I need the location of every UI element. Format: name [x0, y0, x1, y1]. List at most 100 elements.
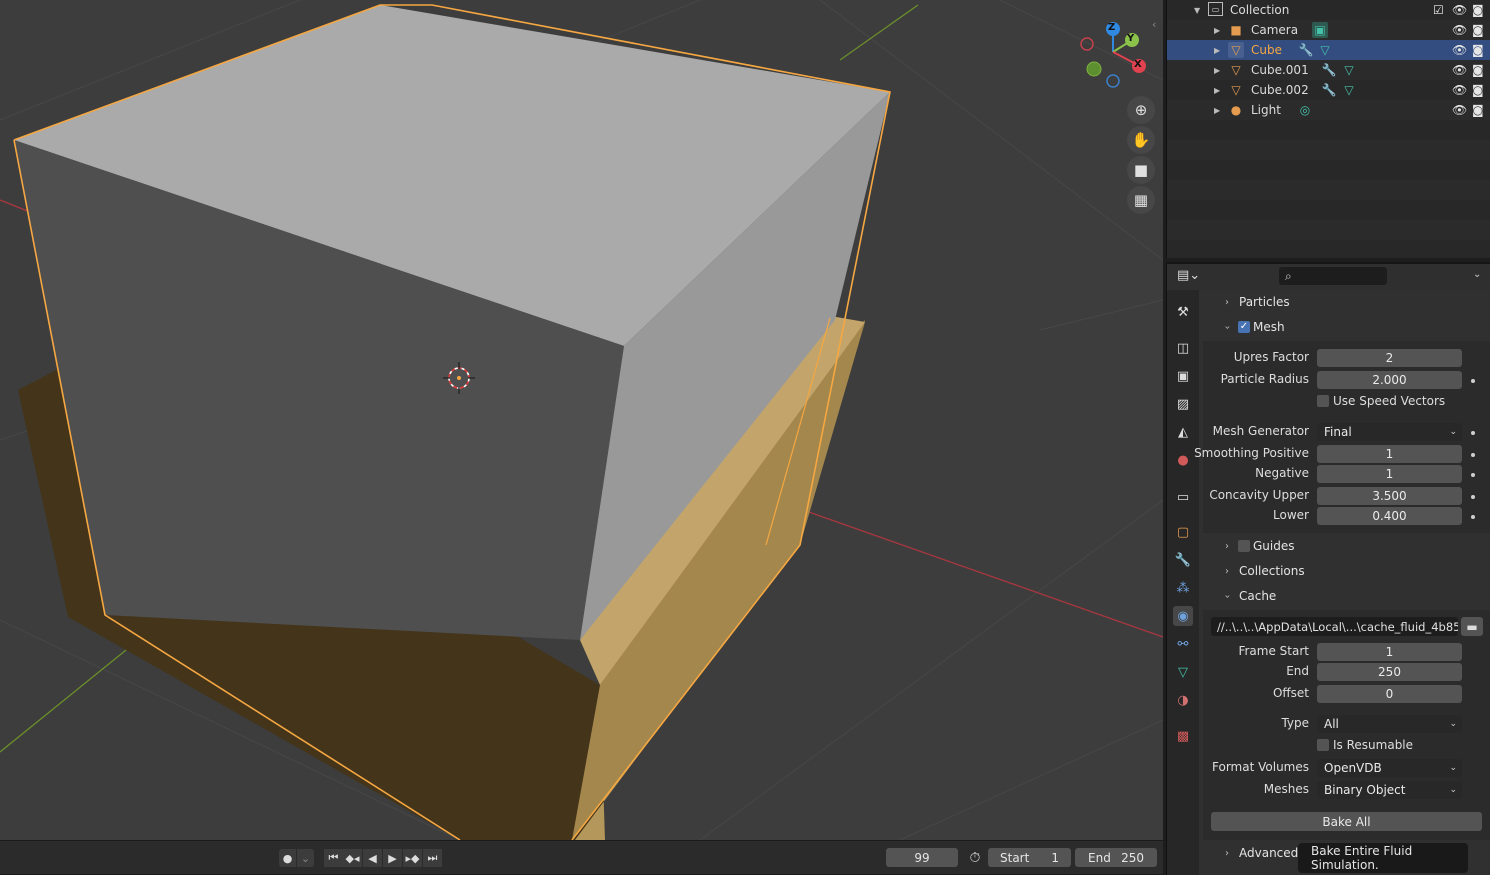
collapse-triangle-icon[interactable]: ▼: [1194, 6, 1200, 15]
outliner-row-cube-001[interactable]: ▶ ▽ Cube.001 🔧 ▽ 👁 ◙: [1167, 60, 1490, 80]
expand-triangle-icon[interactable]: ▶: [1214, 26, 1220, 35]
render-camera-icon[interactable]: ◙: [1472, 103, 1484, 117]
tab-particles[interactable]: ⁂: [1173, 578, 1193, 598]
smoothing-positive-field[interactable]: 1: [1317, 445, 1462, 463]
cache-type-select[interactable]: All ⌄: [1317, 715, 1462, 733]
chevron-right-icon: ›: [1225, 540, 1229, 552]
render-camera-icon[interactable]: ◙: [1472, 3, 1484, 17]
is-resumable-checkbox[interactable]: [1317, 739, 1329, 751]
keyframe-dot-icon[interactable]: [1471, 473, 1475, 477]
tab-physics[interactable]: ◉: [1173, 606, 1193, 626]
zoom-button[interactable]: ⊕: [1127, 96, 1155, 124]
browse-folder-button[interactable]: ▬: [1461, 617, 1483, 636]
panel-particles[interactable]: › Particles: [1203, 290, 1490, 314]
panel-collections-title: Collections: [1239, 564, 1305, 578]
cache-directory-input[interactable]: //..\..\..\AppData\Local\...\cache_fluid…: [1211, 617, 1458, 636]
folder-icon: ▬: [1466, 619, 1478, 634]
expand-triangle-icon[interactable]: ▶: [1214, 46, 1220, 55]
particle-radius-value: 2.000: [1372, 373, 1407, 387]
use-preview-range-button[interactable]: ⏱: [964, 848, 986, 867]
tab-tool[interactable]: ⚒: [1173, 302, 1193, 322]
concavity-lower-field[interactable]: 0.400: [1317, 507, 1462, 525]
jump-end-button[interactable]: ⏭: [423, 849, 442, 867]
guides-enable-checkbox[interactable]: [1238, 540, 1250, 552]
frame-start-value: 1: [1385, 645, 1394, 659]
render-camera-icon[interactable]: ◙: [1472, 43, 1484, 57]
play-reverse-button[interactable]: ◀: [363, 849, 382, 867]
tab-view-layer[interactable]: ▨: [1173, 394, 1193, 414]
outliner-row-camera[interactable]: ▶ ■ Camera ▣ 👁 ◙: [1167, 20, 1490, 40]
smoothing-negative-field[interactable]: 1: [1317, 465, 1462, 483]
panel-cache[interactable]: › Cache: [1203, 584, 1490, 608]
outliner-row-light[interactable]: ▶ ● Light ◎ 👁 ◙: [1167, 100, 1490, 120]
frame-start-field[interactable]: 1: [1317, 643, 1462, 661]
keyframe-dot-icon[interactable]: [1471, 379, 1475, 383]
panel-mesh[interactable]: › ✓ Mesh: [1203, 315, 1490, 339]
outliner-row-cube-002[interactable]: ▶ ▽ Cube.002 🔧 ▽ 👁 ◙: [1167, 80, 1490, 100]
expand-triangle-icon[interactable]: ▶: [1214, 106, 1220, 115]
perspective-toggle-button[interactable]: ▦: [1127, 186, 1155, 214]
tab-object[interactable]: ▢: [1173, 522, 1193, 542]
next-keyframe-icon: ▸◆: [405, 851, 420, 865]
current-frame-field[interactable]: 99: [886, 848, 958, 867]
particle-radius-label: Particle Radius: [1220, 372, 1309, 386]
mesh-enable-checkbox[interactable]: ✓: [1238, 321, 1250, 333]
concavity-upper-label: Concavity Upper: [1209, 488, 1309, 502]
editor-type-dropdown[interactable]: ▤⌄: [1177, 268, 1205, 286]
hand-icon: ✋: [1131, 131, 1151, 149]
keyframe-dot-icon[interactable]: [1471, 495, 1475, 499]
sidebar-toggle[interactable]: ‹: [1152, 18, 1162, 34]
pan-button[interactable]: ✋: [1127, 126, 1155, 154]
tooltip-text: Bake Entire Fluid Simulation.: [1311, 844, 1413, 872]
format-volumes-value: OpenVDB: [1324, 761, 1382, 775]
eye-icon[interactable]: 👁: [1452, 43, 1467, 57]
outliner-row-cube[interactable]: ▶ ▽ Cube 🔧 ▽ 👁 ◙: [1167, 40, 1490, 60]
jump-start-button[interactable]: ⏮: [324, 849, 343, 867]
eye-icon[interactable]: 👁: [1452, 23, 1467, 37]
exclude-checkbox[interactable]: ☑: [1433, 3, 1444, 17]
keyframe-dot-icon[interactable]: [1471, 453, 1475, 457]
render-camera-icon[interactable]: ◙: [1472, 83, 1484, 97]
eye-icon[interactable]: 👁: [1452, 63, 1467, 77]
eye-icon[interactable]: 👁: [1452, 83, 1467, 97]
prev-keyframe-button[interactable]: ◆◂: [343, 849, 362, 867]
record-button[interactable]: ●: [279, 849, 296, 867]
meshes-format-select[interactable]: Binary Object ⌄: [1317, 781, 1462, 799]
expand-triangle-icon[interactable]: ▶: [1214, 66, 1220, 75]
start-frame-value: 1: [1051, 850, 1059, 865]
keying-dropdown[interactable]: ⌄: [297, 849, 314, 867]
format-volumes-select[interactable]: OpenVDB ⌄: [1317, 759, 1462, 777]
options-dropdown[interactable]: ⌄: [1473, 269, 1481, 280]
mesh-generator-select[interactable]: Final ⌄: [1317, 423, 1462, 441]
end-frame-field[interactable]: End 250: [1075, 848, 1157, 867]
eye-icon[interactable]: 👁: [1452, 3, 1467, 17]
keyframe-dot-icon[interactable]: [1471, 431, 1475, 435]
particle-radius-field[interactable]: 2.000: [1317, 371, 1462, 389]
bake-all-button[interactable]: Bake All: [1211, 812, 1482, 831]
properties-search-input[interactable]: ⌕: [1279, 267, 1387, 285]
panel-guides[interactable]: › Guides: [1203, 534, 1490, 558]
offset-field[interactable]: 0: [1317, 685, 1462, 703]
render-camera-icon[interactable]: ◙: [1472, 63, 1484, 77]
upres-factor-field[interactable]: 2: [1317, 349, 1462, 367]
outliner-row-collection[interactable]: ▼ ▭ Collection ☑ 👁 ◙: [1167, 0, 1490, 20]
eye-icon[interactable]: 👁: [1452, 103, 1467, 117]
current-frame-value: 99: [914, 850, 930, 865]
jump-start-icon: ⏮: [328, 851, 339, 864]
use-speed-vectors-label: Use Speed Vectors: [1333, 394, 1446, 408]
panel-collections[interactable]: › Collections: [1203, 559, 1490, 583]
play-button[interactable]: ▶: [383, 849, 402, 867]
next-keyframe-button[interactable]: ▸◆: [403, 849, 422, 867]
start-frame-field[interactable]: Start 1: [988, 848, 1071, 867]
chevron-right-icon: ›: [1225, 565, 1229, 577]
tab-modifiers[interactable]: 🔧: [1173, 550, 1193, 570]
use-speed-vectors-checkbox[interactable]: [1317, 395, 1329, 407]
camera-view-button[interactable]: ■: [1127, 156, 1155, 184]
expand-triangle-icon[interactable]: ▶: [1214, 86, 1220, 95]
keyframe-dot-icon[interactable]: [1471, 515, 1475, 519]
chevron-right-icon: ›: [1225, 296, 1229, 308]
3d-viewport[interactable]: Z Y X ⊕ ✋ ■ ▦ ‹: [0, 0, 1163, 840]
render-camera-icon[interactable]: ◙: [1472, 23, 1484, 37]
concavity-upper-field[interactable]: 3.500: [1317, 487, 1462, 505]
frame-end-field[interactable]: 250: [1317, 663, 1462, 681]
